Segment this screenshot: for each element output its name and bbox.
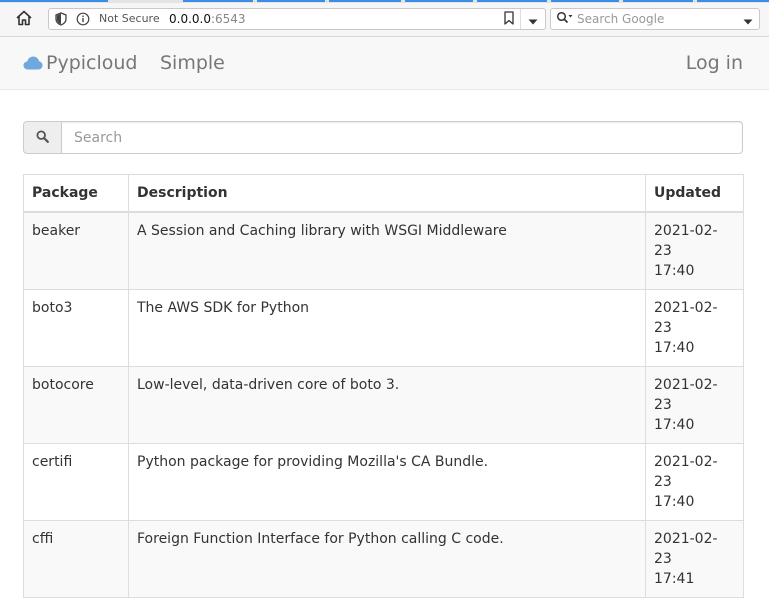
tab-indicator[interactable] <box>551 0 619 2</box>
package-link[interactable]: boto3 <box>32 300 72 316</box>
tab-indicator[interactable] <box>697 0 769 2</box>
url-bar[interactable]: Not Secure 0.0.0.0:6543 <box>48 8 546 30</box>
home-icon <box>15 9 33 31</box>
chevron-down-icon <box>528 10 538 29</box>
package-cell: certifi <box>23 443 129 521</box>
updated-time: 17:40 <box>654 263 695 279</box>
package-cell: boto3 <box>23 289 129 367</box>
package-search <box>23 121 743 154</box>
table-header-row: Package Description Updated <box>23 174 744 213</box>
updated-cell: 2021-02-23 17:41 <box>645 520 744 598</box>
column-header-description[interactable]: Description <box>128 174 646 213</box>
package-table: Package Description Updated beaker A Ses… <box>23 174 744 598</box>
tab-indicator[interactable] <box>183 0 253 2</box>
shield-icon[interactable] <box>54 12 68 26</box>
package-search-input[interactable] <box>61 121 743 154</box>
description-cell: The AWS SDK for Python <box>128 289 646 367</box>
security-status: Not Secure <box>99 12 160 25</box>
description-cell: Foreign Function Interface for Python ca… <box>128 520 646 598</box>
url-dropdown-button[interactable] <box>520 9 545 29</box>
column-header-package[interactable]: Package <box>23 174 129 213</box>
chevron-down-icon <box>743 10 753 29</box>
updated-cell: 2021-02-23 17:40 <box>645 289 744 367</box>
updated-time: 17:40 <box>654 340 695 356</box>
tab-indicator[interactable] <box>0 0 108 2</box>
updated-date: 2021-02-23 <box>654 454 718 490</box>
search-engine-icon <box>556 10 574 29</box>
url-port: :6543 <box>210 12 246 26</box>
bookmark-button[interactable] <box>501 10 517 29</box>
description-cell: A Session and Caching library with WSGI … <box>128 211 646 290</box>
updated-date: 2021-02-23 <box>654 531 718 567</box>
updated-cell: 2021-02-23 17:40 <box>645 443 744 521</box>
nav-simple-link[interactable]: Simple <box>160 51 225 75</box>
package-cell: beaker <box>23 211 129 290</box>
table-row[interactable]: beaker A Session and Caching library wit… <box>23 211 744 290</box>
description-cell: Low-level, data-driven core of boto 3. <box>128 366 646 444</box>
package-link[interactable]: beaker <box>32 223 80 239</box>
cloud-icon <box>23 55 43 71</box>
updated-time: 17:40 <box>654 494 695 510</box>
updated-cell: 2021-02-23 17:40 <box>645 366 744 444</box>
updated-date: 2021-02-23 <box>654 300 718 336</box>
tab-indicator[interactable] <box>257 0 325 2</box>
browser-search-input[interactable] <box>577 10 727 28</box>
search-dropdown-button[interactable] <box>741 12 755 26</box>
updated-time: 17:40 <box>654 417 695 433</box>
table-row[interactable]: boto3 The AWS SDK for Python 2021-02-23 1… <box>23 289 744 367</box>
tab-indicator[interactable] <box>329 0 401 2</box>
tab-indicator[interactable] <box>405 0 473 2</box>
table-row[interactable]: cffi Foreign Function Interface for Pyth… <box>23 520 744 598</box>
search-addon <box>23 121 62 154</box>
updated-date: 2021-02-23 <box>654 223 718 259</box>
package-cell: cffi <box>23 520 129 598</box>
brand-link[interactable]: Pypicloud <box>23 51 138 75</box>
tab-indicator[interactable] <box>477 0 547 2</box>
table-row[interactable]: botocore Low-level, data-driven core of … <box>23 366 744 444</box>
updated-date: 2021-02-23 <box>654 377 718 413</box>
bookmark-icon <box>503 10 515 29</box>
search-icon <box>36 128 49 147</box>
package-link[interactable]: cffi <box>32 531 53 547</box>
package-link[interactable]: botocore <box>32 377 94 393</box>
url-host: 0.0.0.0 <box>169 12 211 26</box>
table-row[interactable]: certifi Python package for providing Moz… <box>23 443 744 521</box>
tab-indicator[interactable] <box>623 0 693 2</box>
brand-name: Pypicloud <box>46 52 138 74</box>
home-button[interactable] <box>13 9 35 31</box>
updated-time: 17:41 <box>654 571 695 587</box>
info-icon[interactable] <box>76 12 90 26</box>
login-link[interactable]: Log in <box>686 51 743 75</box>
updated-cell: 2021-02-23 17:40 <box>645 211 744 290</box>
browser-toolbar: Not Secure 0.0.0.0:6543 <box>0 3 769 37</box>
browser-search-bar[interactable] <box>550 8 760 30</box>
package-cell: botocore <box>23 366 129 444</box>
package-link[interactable]: certifi <box>32 454 72 470</box>
app-navbar: Pypicloud Simple Log in <box>0 37 769 90</box>
search-engine-button[interactable] <box>555 11 575 27</box>
description-cell: Python package for providing Mozilla's C… <box>128 443 646 521</box>
url-text[interactable]: 0.0.0.0:6543 <box>169 11 246 27</box>
column-header-updated[interactable]: Updated <box>645 174 744 213</box>
